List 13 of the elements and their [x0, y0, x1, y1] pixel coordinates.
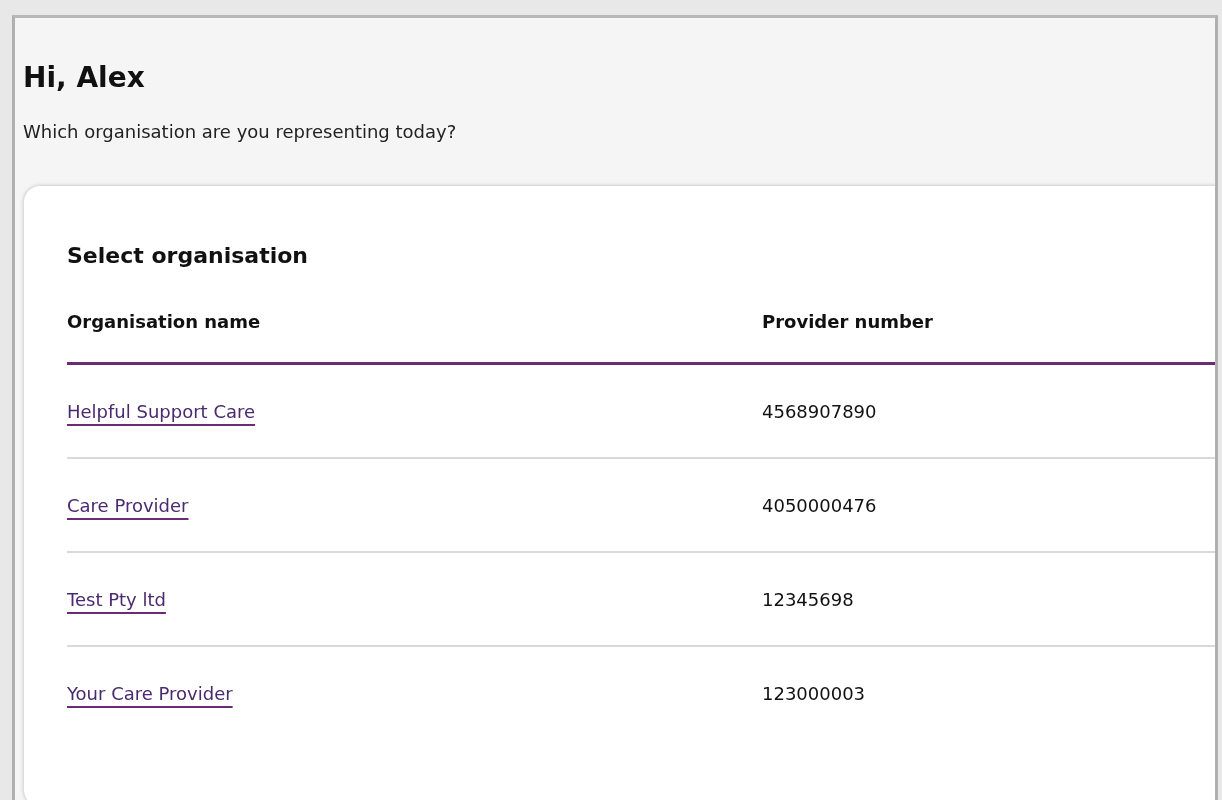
organisation-link[interactable]: Test Pty ltd	[67, 588, 166, 610]
prompt-text: Which organisation are you representing today?	[23, 120, 458, 144]
organisation-link[interactable]: Helpful Support Care	[67, 400, 256, 422]
provider-number: 12345698	[762, 588, 854, 610]
provider-number: 4050000476	[762, 494, 877, 516]
card-title: Select organisation	[67, 242, 309, 270]
organisation-link[interactable]: Your Care Provider	[67, 682, 233, 704]
organisation-link[interactable]: Care Provider	[67, 494, 189, 516]
column-header: Organisation name	[67, 309, 262, 332]
provider-number: 123000003	[762, 682, 866, 704]
column-header: Provider number	[762, 309, 934, 332]
greeting-heading: Hi, Alex	[23, 60, 146, 96]
provider-number: 4568907890	[762, 400, 877, 422]
